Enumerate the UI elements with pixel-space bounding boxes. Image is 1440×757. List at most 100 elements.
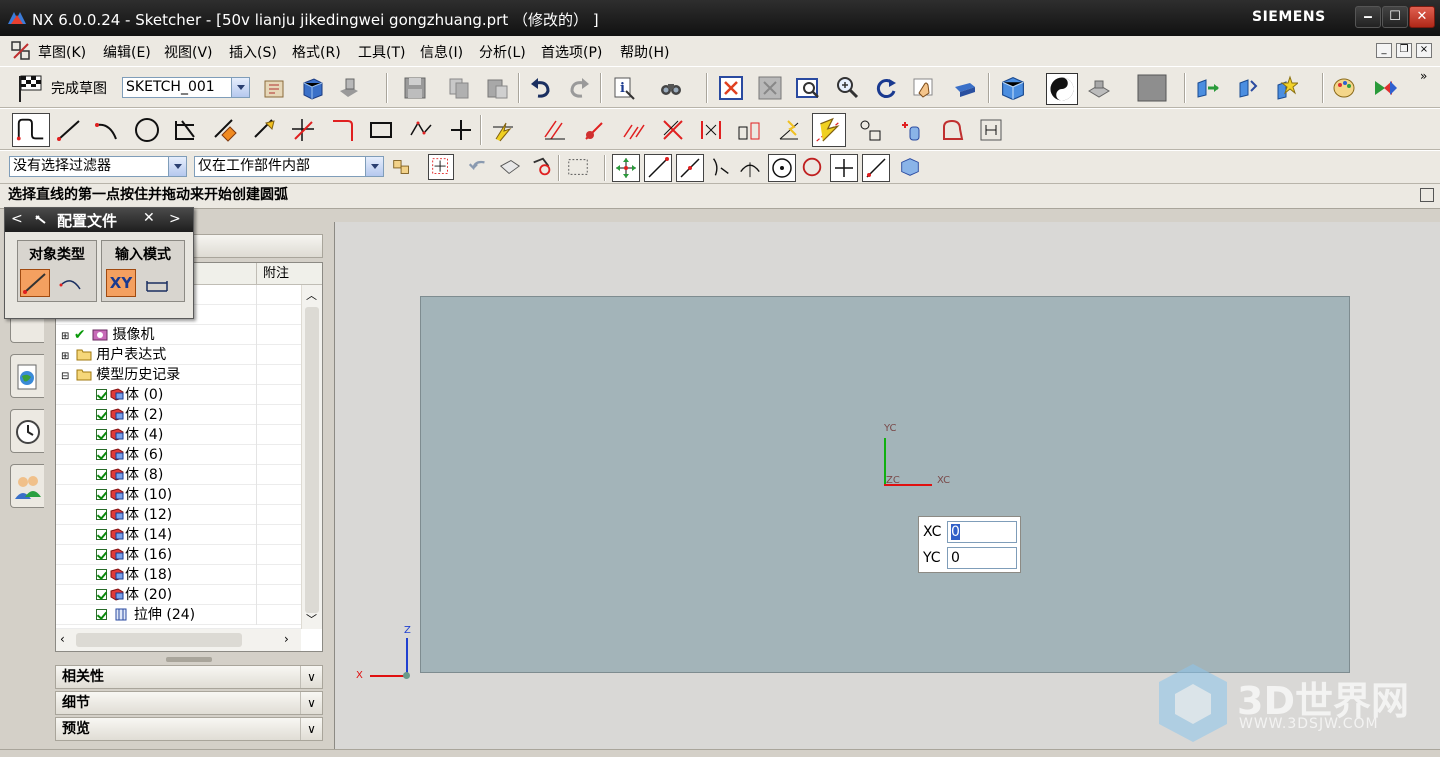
- pin-icon[interactable]: [33, 213, 49, 227]
- finish-sketch-label[interactable]: 完成草图: [51, 78, 107, 98]
- object-type-line-button[interactable]: [20, 269, 50, 297]
- quick-extend-icon[interactable]: [252, 117, 278, 143]
- nav-prev-button[interactable]: <: [11, 211, 23, 227]
- tree-row-camera[interactable]: ⊞ ✔ 摄像机: [56, 325, 301, 345]
- shaded-icon[interactable]: [1086, 75, 1112, 101]
- intersection-curve-icon[interactable]: [940, 117, 966, 143]
- auto-constrain-icon[interactable]: [620, 117, 646, 143]
- tree-row-user-expressions[interactable]: ⊞ 用户表达式: [56, 345, 301, 365]
- move-wcs-icon[interactable]: [1194, 75, 1220, 101]
- tree-row-body[interactable]: 体 (16): [56, 545, 301, 565]
- snap-point-icon[interactable]: [428, 154, 454, 180]
- checkbox-checked-icon[interactable]: [96, 549, 107, 560]
- assembly-filter-icon[interactable]: [390, 155, 414, 179]
- checkbox-checked-icon[interactable]: [96, 569, 107, 580]
- tab-web-browser[interactable]: [10, 354, 44, 398]
- nav-next-button[interactable]: >: [169, 211, 181, 227]
- show-constraints-icon[interactable]: [582, 117, 608, 143]
- binoculars-icon[interactable]: [658, 75, 684, 101]
- sketch-name-select[interactable]: SKETCH_001: [122, 77, 250, 98]
- checkbox-checked-icon[interactable]: [96, 469, 107, 480]
- snap-endpoint-icon[interactable]: [612, 154, 640, 182]
- snap-control-point-icon[interactable]: [676, 154, 704, 182]
- copy-icon[interactable]: [446, 75, 472, 101]
- quick-pick-icon[interactable]: [530, 155, 554, 179]
- background-icon[interactable]: [1136, 73, 1168, 103]
- make-symmetric-icon[interactable]: [858, 117, 884, 143]
- quick-trim-icon[interactable]: [212, 117, 238, 143]
- sketch-reattach-icon[interactable]: [262, 75, 288, 101]
- section-dependencies[interactable]: 相关性 ∨: [55, 665, 323, 689]
- scroll-left-icon[interactable]: ‹: [60, 632, 65, 646]
- doc-minimize-button[interactable]: _: [1376, 43, 1392, 58]
- finish-sketch-flag-icon[interactable]: [14, 72, 46, 104]
- snap-existing-point-icon[interactable]: [830, 154, 858, 182]
- profile-icon[interactable]: [12, 113, 50, 147]
- line-icon[interactable]: [56, 117, 82, 143]
- snap-intersection-icon[interactable]: [708, 155, 732, 179]
- collapse-icon[interactable]: ⊟: [61, 371, 69, 382]
- make-corner-icon[interactable]: [290, 117, 316, 143]
- orient-view-to-model-icon[interactable]: [336, 75, 362, 101]
- alternate-solution-icon[interactable]: [698, 117, 724, 143]
- checkbox-checked-icon[interactable]: [96, 429, 107, 440]
- xc-input[interactable]: 0: [947, 521, 1017, 543]
- dialog-close-icon[interactable]: ✕: [143, 210, 155, 226]
- prompt-expand-icon[interactable]: [1420, 188, 1434, 202]
- zoom-in-out-icon[interactable]: [834, 75, 860, 101]
- menu-help[interactable]: 帮助(H): [620, 42, 669, 62]
- orient-view-to-sketch-icon[interactable]: [300, 75, 326, 101]
- doc-close-button[interactable]: ×: [1416, 43, 1432, 58]
- checkbox-checked-icon[interactable]: [96, 589, 107, 600]
- fit-view-icon[interactable]: [718, 75, 744, 101]
- display-mode-icon[interactable]: [1046, 73, 1078, 105]
- undo-icon[interactable]: [528, 75, 554, 101]
- scroll-up-icon[interactable]: ︿: [306, 287, 317, 303]
- information-icon[interactable]: i: [612, 75, 638, 101]
- section-preview[interactable]: 预览 ∨: [55, 717, 323, 741]
- menu-preferences[interactable]: 首选项(P): [541, 42, 602, 62]
- rectangle-icon[interactable]: [368, 117, 394, 143]
- render-style-icon[interactable]: [998, 73, 1028, 103]
- selection-scope-select[interactable]: 仅在工作部件内部: [194, 156, 384, 177]
- maximize-button[interactable]: ☐: [1382, 6, 1408, 28]
- expand-icon[interactable]: ⊞: [61, 351, 69, 362]
- coordinate-mode-button[interactable]: XY: [106, 269, 136, 297]
- circle-icon[interactable]: [134, 117, 160, 143]
- tree-row-body[interactable]: 体 (20): [56, 585, 301, 605]
- auto-dimension-icon[interactable]: [490, 117, 516, 143]
- arc-icon[interactable]: [58, 273, 84, 295]
- point-icon[interactable]: [448, 117, 474, 143]
- type-filter-select[interactable]: 没有选择过滤器: [9, 156, 187, 177]
- zoom-window-icon[interactable]: [795, 75, 821, 101]
- studio-spline-icon[interactable]: [408, 117, 434, 143]
- tree-row-body[interactable]: 体 (4): [56, 425, 301, 445]
- scroll-down-icon[interactable]: ﹀: [306, 611, 317, 627]
- project-curve-icon[interactable]: [978, 117, 1004, 143]
- toolbar-overflow-icon[interactable]: »: [1420, 69, 1427, 83]
- menu-edit[interactable]: 编辑(E): [103, 42, 151, 62]
- deselect-icon[interactable]: [466, 155, 490, 179]
- add-extracted-icon[interactable]: [898, 117, 924, 143]
- fillet-icon[interactable]: [172, 117, 198, 143]
- menu-view[interactable]: 视图(V): [164, 42, 213, 62]
- menu-format[interactable]: 格式(R): [292, 42, 341, 62]
- save-icon[interactable]: [402, 75, 428, 101]
- minimize-button[interactable]: 🗕: [1355, 6, 1381, 28]
- scroll-right-icon[interactable]: ›: [284, 632, 289, 646]
- snap-midpoint-icon[interactable]: [644, 154, 672, 182]
- tree-row-body[interactable]: 体 (0): [56, 385, 301, 405]
- checkbox-checked-icon[interactable]: [96, 509, 107, 520]
- palette-icon[interactable]: [1332, 75, 1358, 101]
- rotate-icon[interactable]: [873, 75, 899, 101]
- snap-arc-center-icon[interactable]: [738, 155, 762, 179]
- redo-icon[interactable]: [566, 75, 592, 101]
- play-icon[interactable]: [1372, 75, 1398, 101]
- tree-row-body[interactable]: 体 (14): [56, 525, 301, 545]
- tab-history[interactable]: [10, 409, 44, 453]
- convert-reference-icon[interactable]: [812, 113, 846, 147]
- rectangle-select-icon[interactable]: [566, 155, 590, 179]
- tree-row-body[interactable]: 体 (6): [56, 445, 301, 465]
- checkbox-checked-icon[interactable]: [96, 529, 107, 540]
- checkbox-checked-icon[interactable]: [96, 409, 107, 420]
